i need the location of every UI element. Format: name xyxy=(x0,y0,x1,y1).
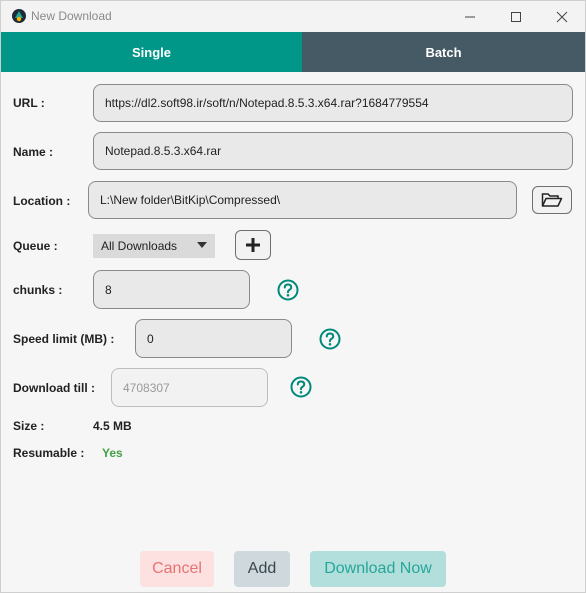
url-label: URL : xyxy=(13,96,45,110)
queue-label: Queue : xyxy=(13,239,58,253)
download-till-label: Download till : xyxy=(13,381,95,395)
resumable-label: Resumable : xyxy=(13,446,85,460)
plus-icon xyxy=(246,238,260,252)
tab-batch[interactable]: Batch xyxy=(302,32,585,72)
close-button[interactable] xyxy=(539,1,585,32)
add-button[interactable]: Add xyxy=(234,551,290,587)
cancel-button[interactable]: Cancel xyxy=(140,551,214,587)
title-bar: New Download xyxy=(1,1,585,32)
close-icon xyxy=(556,11,568,22)
folder-open-icon xyxy=(541,193,563,207)
maximize-icon xyxy=(511,11,521,22)
queue-select[interactable]: All Downloads xyxy=(93,234,215,258)
size-label: Size : xyxy=(13,419,45,433)
name-label: Name : xyxy=(13,145,54,159)
maximize-button[interactable] xyxy=(493,1,539,32)
new-download-window: New Download Single Batch URL : https://… xyxy=(0,0,586,593)
speed-limit-label: Speed limit (MB) : xyxy=(13,332,115,346)
size-value: 4.5 MB xyxy=(93,419,132,433)
tab-single[interactable]: Single xyxy=(1,32,302,72)
speed-limit-input[interactable]: 0 xyxy=(135,319,292,358)
queue-selected-value: All Downloads xyxy=(101,239,178,253)
download-now-button[interactable]: Download Now xyxy=(310,551,446,587)
minimize-button[interactable] xyxy=(447,1,493,32)
tab-bar: Single Batch xyxy=(1,32,585,72)
location-label: Location : xyxy=(13,194,71,208)
window-title: New Download xyxy=(31,9,112,23)
minimize-icon xyxy=(465,16,475,17)
url-input[interactable]: https://dl2.soft98.ir/soft/n/Notepad.8.5… xyxy=(93,84,573,122)
name-input[interactable]: Notepad.8.5.3.x64.rar xyxy=(93,132,573,170)
resumable-value: Yes xyxy=(102,446,123,460)
help-icon[interactable] xyxy=(319,328,341,350)
download-till-input[interactable]: 4708307 xyxy=(111,368,268,407)
chunks-input[interactable]: 8 xyxy=(93,270,250,309)
help-icon[interactable] xyxy=(277,279,299,301)
browse-folder-button[interactable] xyxy=(532,186,572,214)
dropdown-arrow-icon xyxy=(197,242,207,248)
add-queue-button[interactable] xyxy=(235,230,271,260)
app-logo-icon xyxy=(12,9,26,23)
location-input[interactable]: L:\New folder\BitKip\Compressed\ xyxy=(88,181,517,219)
help-icon[interactable] xyxy=(290,376,312,398)
chunks-label: chunks : xyxy=(13,283,63,297)
